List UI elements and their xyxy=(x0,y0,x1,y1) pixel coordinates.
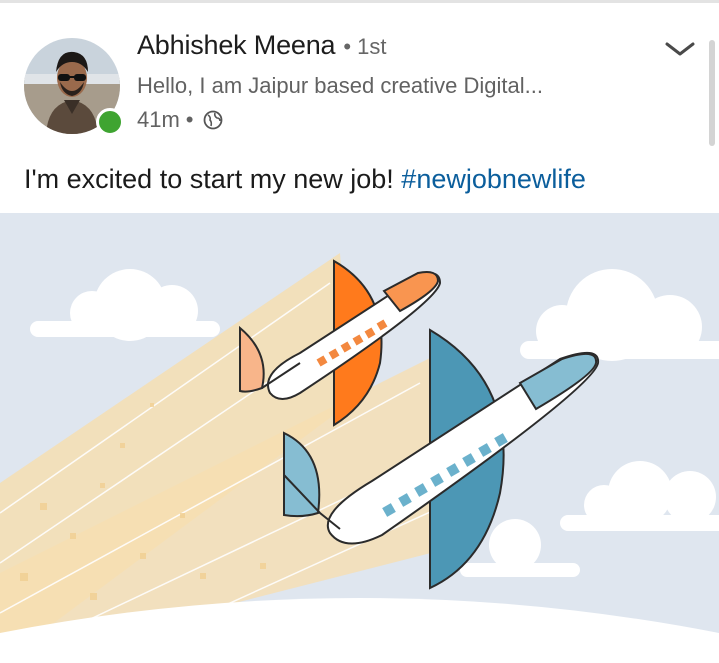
author-name-row: Abhishek Meena • 1st xyxy=(137,30,387,61)
author-headline: Hello, I am Jaipur based creative Digita… xyxy=(137,73,543,98)
scrollbar[interactable] xyxy=(709,40,715,146)
chevron-down-icon[interactable] xyxy=(664,38,696,60)
post-meta: 41m • xyxy=(137,107,224,133)
hashtag-link[interactable]: #newjobnewlife xyxy=(401,164,586,194)
post-text: I'm excited to start my new job! #newjob… xyxy=(24,164,586,195)
top-divider xyxy=(0,0,719,3)
online-status-indicator xyxy=(96,108,124,136)
post-time: 41m xyxy=(137,107,180,132)
globe-icon xyxy=(203,110,222,130)
post-image[interactable] xyxy=(0,213,719,663)
connection-degree: • 1st xyxy=(343,34,387,59)
author-name[interactable]: Abhishek Meena xyxy=(137,30,336,61)
post-body: I'm excited to start my new job! xyxy=(24,164,402,194)
meta-separator: • xyxy=(185,107,194,132)
author-avatar[interactable] xyxy=(24,38,124,136)
